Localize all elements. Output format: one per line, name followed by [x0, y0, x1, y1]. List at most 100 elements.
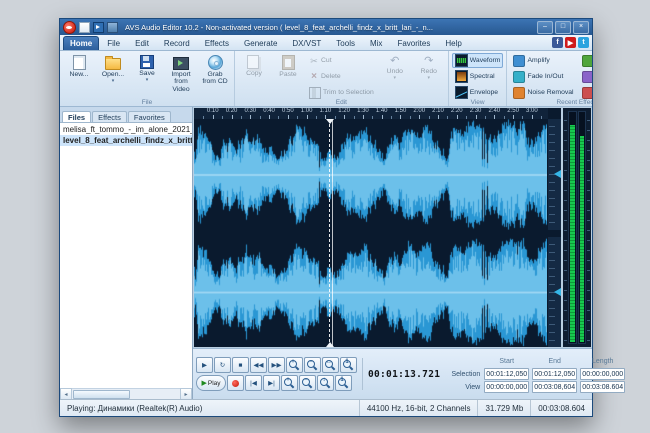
quick-save-icon[interactable] [107, 21, 118, 33]
play-file-button[interactable]: ▶ Play [196, 375, 226, 391]
zoom-one-to-one-button[interactable]: 1 [335, 375, 352, 391]
file-list-item[interactable]: melisa_ft_tommo_-_im_alone_2021_(z2.fm).… [60, 124, 192, 135]
minimize-button[interactable]: – [537, 20, 553, 34]
magnifier-icon: 1 [338, 377, 349, 389]
amplify-button[interactable]: Amplify [510, 53, 576, 68]
sidebar-tab-favorites[interactable]: Favorites [127, 111, 171, 122]
spectral-button[interactable]: Spectral [452, 69, 504, 84]
quick-speaker-icon[interactable] [93, 21, 104, 33]
selection-end-value[interactable]: 00:01:12,050 [532, 368, 578, 380]
zoom-vertical-out-button[interactable]: − [299, 375, 316, 391]
status-size: 31.729 Mb [477, 400, 530, 416]
record-icon [232, 379, 239, 387]
tab-mix[interactable]: Mix [363, 36, 389, 50]
scrollbar-track[interactable] [72, 389, 180, 399]
view-end-value[interactable]: 00:03:08,604 [532, 381, 578, 393]
sidebar-horizontal-scrollbar[interactable]: ◂ ▸ [60, 388, 192, 400]
amplify-label: Amplify [527, 57, 550, 64]
undo-button[interactable]: Undo▾ [379, 53, 411, 83]
view-length-value[interactable]: 00:03:08.604 [580, 381, 626, 393]
envelope-handle-icon[interactable] [550, 170, 561, 179]
title-bar: AVS Audio Editor 10.2 - Non-activated ve… [60, 19, 592, 35]
delete-silence-button[interactable]: Delete Silence [579, 85, 592, 100]
sidebar-tab-effects[interactable]: Effects [92, 111, 127, 122]
fast-forward-button[interactable]: ▶▶ [268, 357, 285, 373]
close-button[interactable]: × [573, 20, 589, 34]
cut-button[interactable]: Cut [306, 53, 377, 68]
playhead[interactable] [332, 119, 334, 347]
equalizer-icon [581, 54, 592, 67]
selection-length-value[interactable]: 00:00:00,000 [580, 368, 626, 380]
youtube-icon[interactable]: ▶ [565, 37, 576, 48]
redo-button[interactable]: Redo▾ [413, 53, 445, 83]
tab-edit[interactable]: Edit [128, 36, 156, 50]
import-from-video-button[interactable]: Import from Video [165, 53, 197, 95]
tab-record[interactable]: Record [157, 36, 197, 50]
paste-button[interactable]: Paste [272, 53, 304, 80]
ribbon-group-label-view: View [470, 99, 485, 106]
tab-home[interactable]: Home [63, 36, 100, 50]
envelope-button[interactable]: Envelope [452, 85, 504, 100]
stop-button[interactable]: ■ [232, 357, 249, 373]
rewind-button[interactable]: ◀◀ [250, 357, 267, 373]
trim-to-selection-button[interactable]: Trim to Selection [306, 85, 377, 100]
magnifier-icon: 1 [343, 359, 354, 371]
selection-start-value[interactable]: 00:01:12,050 [484, 368, 530, 380]
scrollbar-thumb[interactable] [73, 390, 130, 399]
zoom-full-button[interactable]: ↕ [317, 375, 334, 391]
waveform-button[interactable]: Waveform [451, 53, 504, 68]
maximize-button[interactable]: □ [555, 20, 571, 34]
fade-in-out-label: Fade In/Out [527, 73, 564, 80]
status-playing: Playing: Динамики (Realtek(R) Audio) [67, 403, 203, 413]
tab-effects[interactable]: Effects [198, 36, 236, 50]
sidebar-tabs: Files Effects Favorites [60, 107, 192, 123]
twitter-icon[interactable]: t [578, 37, 589, 48]
loop-button[interactable]: ↻ [214, 357, 231, 373]
fade-in-out-button[interactable]: Fade In/Out [510, 69, 576, 84]
record-button[interactable] [227, 375, 244, 391]
zoom-ratio-button[interactable]: 1 [340, 357, 357, 373]
equalizer-button[interactable]: Equalizer [579, 53, 592, 68]
ruler-label: 1:00 [300, 108, 313, 114]
new-button[interactable]: New... [63, 53, 95, 80]
view-start-value[interactable]: 00:00:00,000 [484, 381, 530, 393]
open-label: Open... [101, 71, 125, 78]
tab-tools[interactable]: Tools [329, 36, 362, 50]
grab-from-cd-button[interactable]: Grab from CD [199, 53, 231, 88]
tempo-change-button[interactable]: Tempo Change [579, 69, 592, 84]
copy-button[interactable]: Copy [238, 53, 270, 79]
go-to-end-button[interactable]: ▶| [263, 375, 280, 391]
quick-new-icon[interactable] [79, 21, 90, 33]
fade-icon [513, 70, 526, 83]
go-to-start-button[interactable]: |◀ [245, 375, 262, 391]
timeline-ruler[interactable]: 0:10 0:20 0:30 0:40 0:50 1:00 1:10 1:20 1:30 1:40… [194, 108, 548, 119]
selection-marker[interactable] [325, 119, 334, 347]
save-button[interactable]: Save ▾ [131, 53, 163, 85]
play-button[interactable]: ▶ [196, 357, 213, 373]
sidebar-tab-files[interactable]: Files [62, 111, 92, 122]
envelope-handle-icon[interactable] [550, 287, 561, 296]
tab-favorites[interactable]: Favorites [390, 36, 437, 50]
zoom-out-button[interactable]: − [304, 357, 321, 373]
tab-dx-vst[interactable]: DX/VST [285, 36, 328, 50]
ruler-label: 1:10 [319, 108, 332, 114]
zoom-in-button[interactable]: + [286, 357, 303, 373]
zoom-vertical-in-button[interactable]: + [281, 375, 298, 391]
time-display: 00:01:13.721 [368, 368, 441, 380]
channel-left [194, 119, 561, 230]
ruler-label: 0:40 [263, 108, 275, 114]
zoom-selection-button[interactable]: ↔ [322, 357, 339, 373]
dropdown-arrow-icon: ▾ [393, 75, 396, 82]
tab-file[interactable]: File [100, 36, 127, 50]
delete-button[interactable]: Delete [306, 69, 377, 84]
facebook-icon[interactable]: f [552, 37, 563, 48]
file-list-item[interactable]: level_8_feat_archelli_findz_x_britt_lar [60, 135, 192, 146]
tab-help[interactable]: Help [438, 36, 468, 50]
open-button[interactable]: Open... ▾ [97, 53, 129, 86]
redo-icon [423, 55, 435, 67]
channel-right [194, 236, 561, 347]
tab-generate[interactable]: Generate [237, 36, 284, 50]
noise-removal-button[interactable]: Noise Removal [510, 85, 576, 100]
waveform-right-canvas[interactable] [194, 236, 547, 347]
waveform-left-canvas[interactable] [194, 119, 547, 230]
